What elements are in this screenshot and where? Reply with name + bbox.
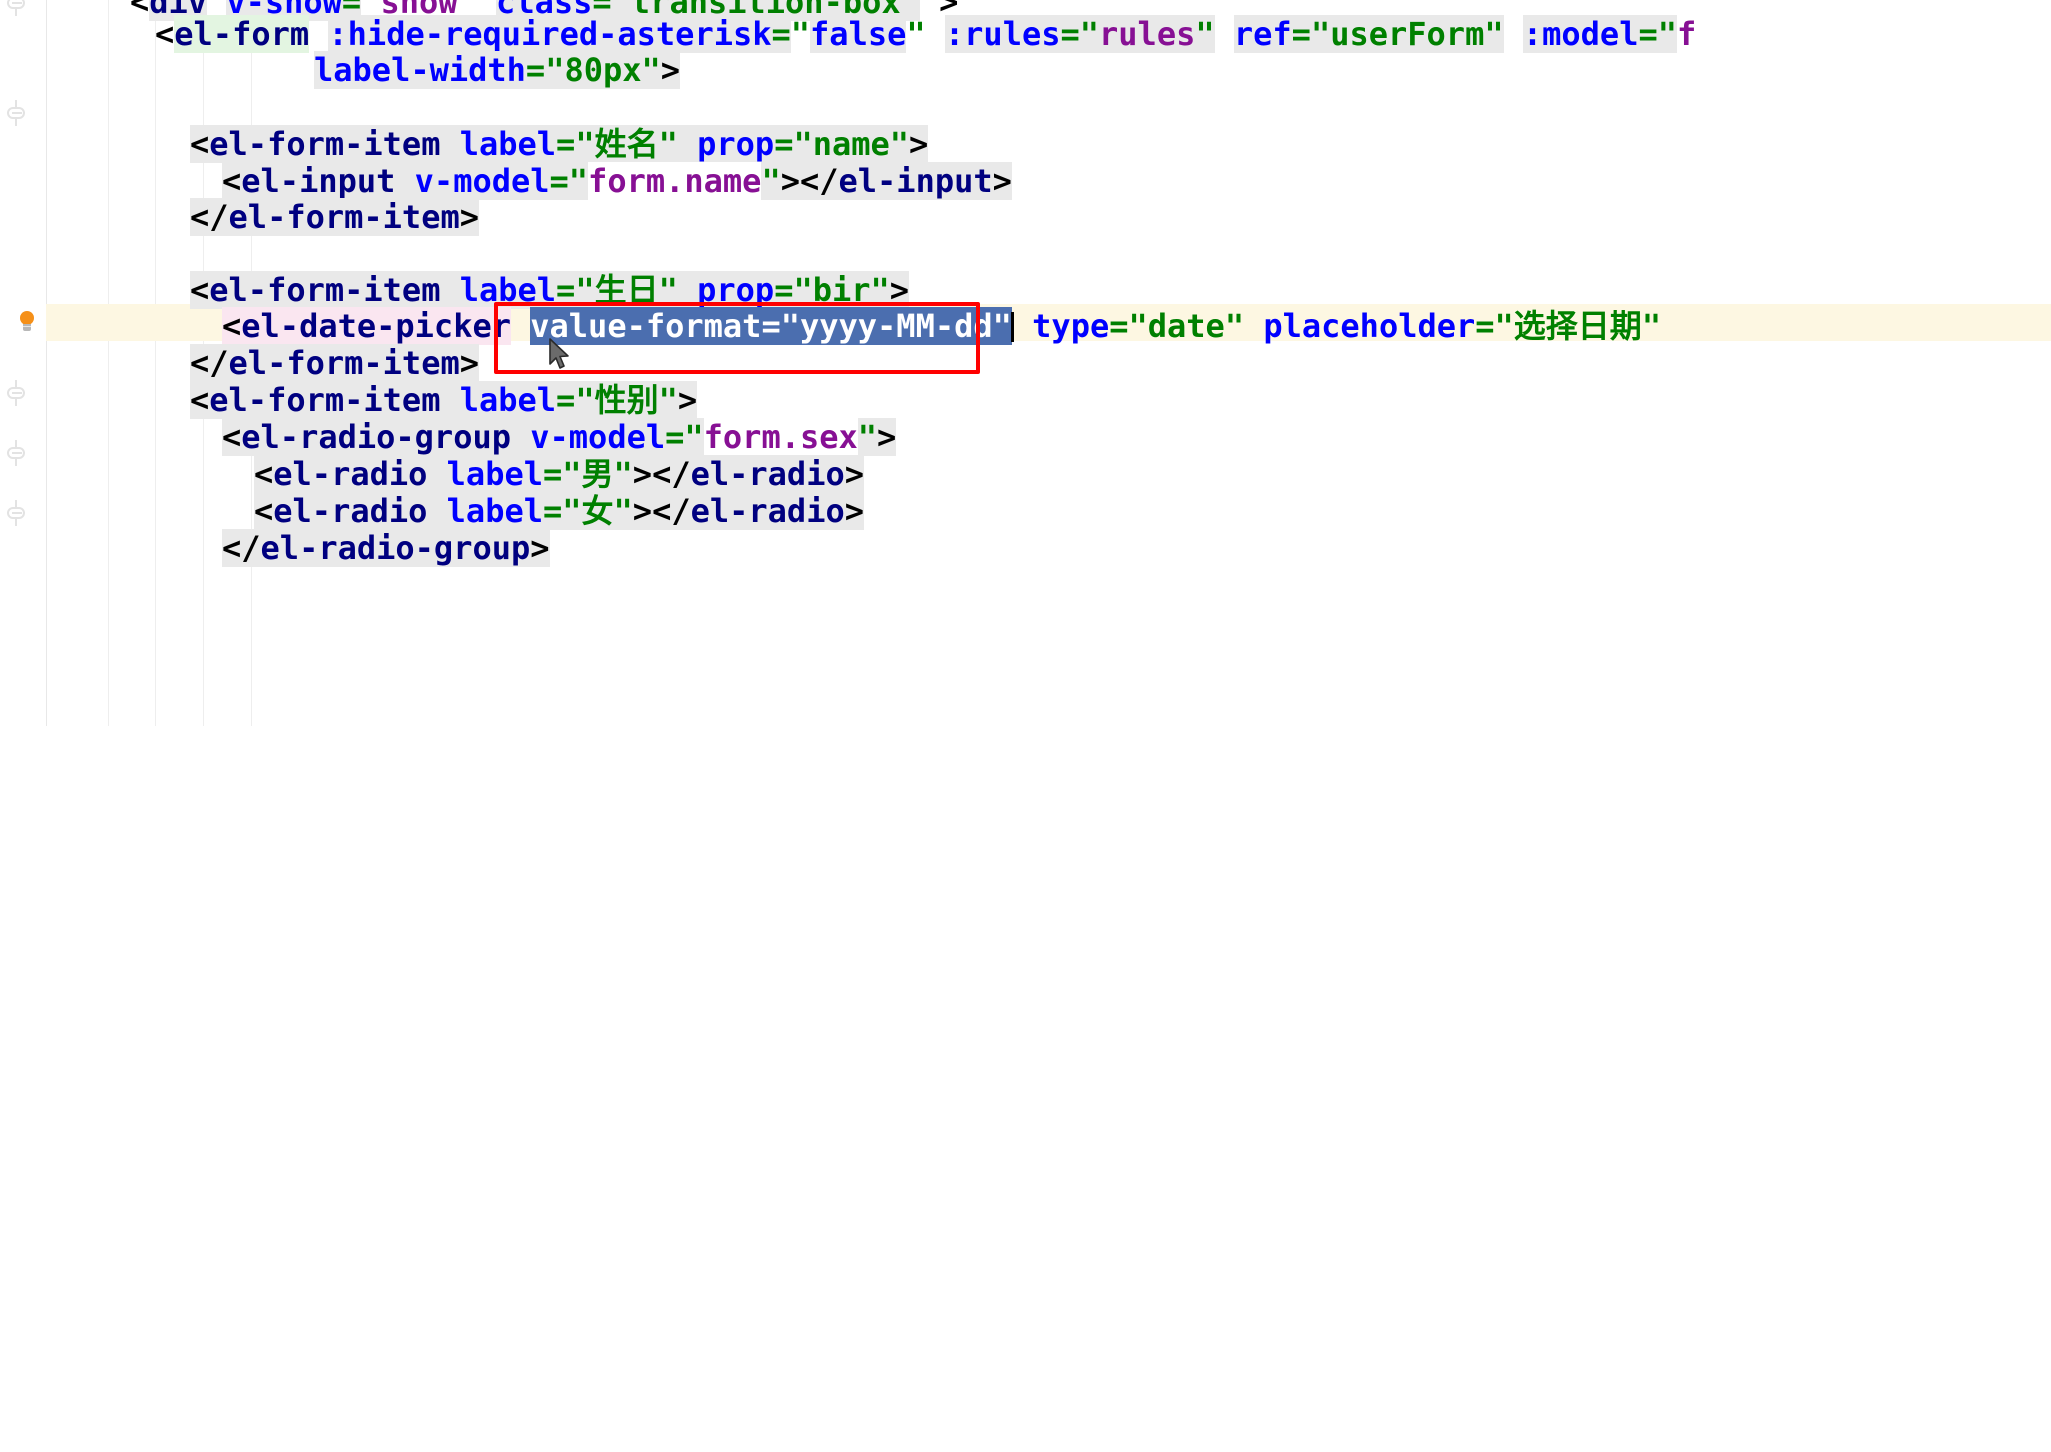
code-line-form-item-name-close[interactable]: </el-form-item> [190, 198, 479, 236]
code-line-form-item-bir[interactable]: <el-form-item label="生日" prop="bir"> [190, 271, 910, 309]
code-line-radio-female[interactable]: <el-radio label="女"></el-radio> [254, 492, 864, 530]
code-line-date-picker[interactable]: <el-date-picker value-format="yyyy-MM-dd… [222, 307, 1661, 345]
code-line-form-item-name[interactable]: <el-form-item label="姓名" prop="name"> [190, 125, 929, 163]
selected-text[interactable]: value-format="yyyy-MM-dd" [530, 307, 1012, 345]
code-line-form-item-sex[interactable]: <el-form-item label="性别"> [190, 381, 698, 419]
code-line-el-form-open[interactable]: <el-form :hide-required-asterisk="false"… [155, 15, 1696, 53]
code-content[interactable]: <div v-show="show" class="transition-box… [0, 0, 2051, 726]
code-line-form-item-bir-close[interactable]: </el-form-item> [190, 344, 479, 382]
code-line-el-input[interactable]: <el-input v-model="form.name"></el-input… [222, 162, 1012, 200]
code-line-radio-group[interactable]: <el-radio-group v-model="form.sex"> [222, 418, 897, 456]
code-editor[interactable]: <div v-show="show" class="transition-box… [0, 0, 2051, 726]
code-line-radio-group-close[interactable]: </el-radio-group> [222, 529, 550, 567]
code-line-label-width[interactable]: label-width="80px"> [314, 51, 681, 89]
code-line-radio-male[interactable]: <el-radio label="男"></el-radio> [254, 455, 864, 493]
